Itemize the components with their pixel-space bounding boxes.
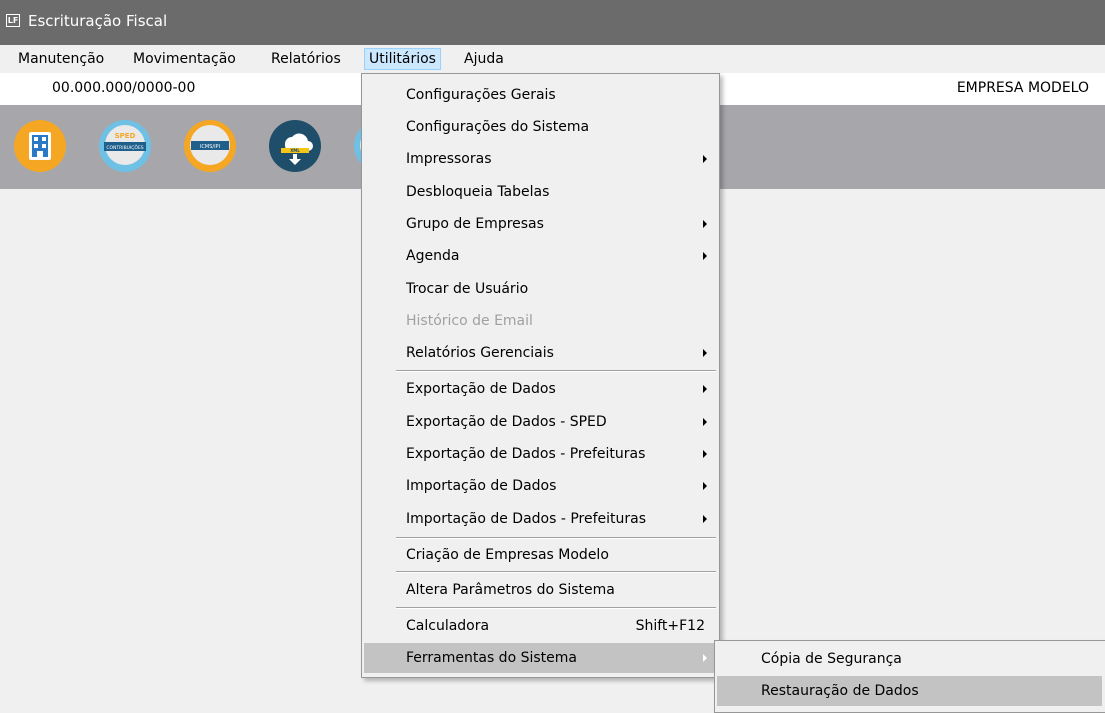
menu-item-label: Exportação de Dados - Prefeituras (406, 446, 646, 462)
menu-importacao-dados[interactable]: Importação de Dados (364, 471, 717, 501)
menu-restauracao-dados[interactable]: Restauração de Dados (717, 676, 1102, 706)
menu-altera-parametros[interactable]: Altera Parâmetros do Sistema (364, 575, 717, 605)
menu-agenda[interactable]: Agenda (364, 241, 717, 271)
submenu-arrow-icon (703, 654, 707, 662)
submenu-arrow-icon (703, 155, 707, 163)
menu-separator (396, 537, 716, 539)
menu-item-label: Restauração de Dados (761, 683, 919, 699)
title-bar: LF Escrituração Fiscal (0, 0, 1105, 45)
menu-movimentacao[interactable]: Movimentação (129, 48, 240, 70)
menu-item-label: Desbloqueia Tabelas (406, 184, 550, 200)
menu-importacao-dados-prefeituras[interactable]: Importação de Dados - Prefeituras (364, 504, 717, 534)
contribuicoes-label: CONTRIBUIÇÕES (106, 144, 143, 151)
menu-configuracoes-gerais[interactable]: Configurações Gerais (364, 80, 717, 110)
sped-contribuicoes-icon[interactable]: SPED CONTRIBUIÇÕES (97, 118, 153, 174)
utilitarios-menu: Configurações Gerais Configurações do Si… (361, 73, 720, 678)
menu-item-label: Criação de Empresas Modelo (406, 547, 609, 563)
menu-item-label: Histórico de Email (406, 313, 533, 329)
menu-criacao-empresas-modelo[interactable]: Criação de Empresas Modelo (364, 540, 717, 570)
menu-separator (396, 370, 716, 372)
xml-label: XML (290, 148, 300, 153)
menu-item-label: Cópia de Segurança (761, 651, 902, 667)
menu-copia-seguranca[interactable]: Cópia de Segurança (717, 644, 1102, 674)
menu-item-label: Agenda (406, 248, 460, 264)
company-name: EMPRESA MODELO (956, 80, 1089, 96)
ferramentas-submenu: Cópia de Segurança Restauração de Dados (714, 640, 1105, 713)
window-title: Escrituração Fiscal (28, 12, 168, 30)
menu-relatorios[interactable]: Relatórios (267, 48, 345, 70)
submenu-arrow-icon (703, 450, 707, 458)
menu-manutencao[interactable]: Manutenção (14, 48, 108, 70)
menu-item-label: Altera Parâmetros do Sistema (406, 582, 615, 598)
menu-utilitarios[interactable]: Utilitários (364, 48, 441, 70)
menu-item-label: Importação de Dados (406, 478, 557, 494)
submenu-arrow-icon (703, 252, 707, 260)
submenu-arrow-icon (703, 482, 707, 490)
menu-item-label: Exportação de Dados (406, 381, 556, 397)
menu-item-label: Configurações do Sistema (406, 119, 590, 135)
menu-relatorios-gerenciais[interactable]: Relatórios Gerenciais (364, 338, 717, 368)
menu-item-label: Calculadora (406, 618, 490, 634)
menu-desbloqueia-tabelas[interactable]: Desbloqueia Tabelas (364, 177, 717, 207)
icms-ipi-label: ICMS/IPI (200, 144, 220, 150)
menu-grupo-empresas[interactable]: Grupo de Empresas (364, 209, 717, 239)
menu-separator (396, 571, 716, 573)
menu-item-label: Ferramentas do Sistema (406, 650, 577, 666)
calculadora-shortcut: Shift+F12 (635, 618, 705, 634)
icms-ipi-icon[interactable]: ICMS/IPI (182, 118, 238, 174)
submenu-arrow-icon (703, 220, 707, 228)
company-icon[interactable] (12, 118, 68, 174)
menu-item-label: Grupo de Empresas (406, 216, 544, 232)
app-icon: LF (6, 14, 20, 27)
sped-label: SPED (115, 132, 136, 140)
menu-item-label: Importação de Dados - Prefeituras (406, 511, 647, 527)
company-cnpj: 00.000.000/0000-00 (52, 80, 196, 96)
menu-item-label: Impressoras (406, 151, 492, 167)
menu-item-label: Trocar de Usuário (406, 281, 529, 297)
menu-ajuda[interactable]: Ajuda (460, 48, 508, 70)
menu-historico-email: Histórico de Email (364, 306, 717, 336)
menu-separator (396, 607, 716, 609)
menu-item-label: Relatórios Gerenciais (406, 345, 554, 361)
xml-download-icon[interactable]: XML (267, 118, 323, 174)
menu-exportacao-dados-sped[interactable]: Exportação de Dados - SPED (364, 407, 717, 437)
menu-configuracoes-sistema[interactable]: Configurações do Sistema (364, 112, 717, 142)
menu-bar: Manutenção Movimentação Relatórios Utili… (0, 45, 1105, 73)
menu-item-label: Configurações Gerais (406, 87, 556, 103)
menu-impressoras[interactable]: Impressoras (364, 144, 717, 174)
menu-calculadora[interactable]: Calculadora Shift+F12 (364, 611, 717, 641)
menu-ferramentas-sistema[interactable]: Ferramentas do Sistema (364, 643, 717, 673)
submenu-arrow-icon (703, 385, 707, 393)
menu-exportacao-dados-prefeituras[interactable]: Exportação de Dados - Prefeituras (364, 439, 717, 469)
menu-exportacao-dados[interactable]: Exportação de Dados (364, 374, 717, 404)
menu-trocar-usuario[interactable]: Trocar de Usuário (364, 274, 717, 304)
submenu-arrow-icon (703, 349, 707, 357)
menu-item-label: Exportação de Dados - SPED (406, 414, 607, 430)
submenu-arrow-icon (703, 418, 707, 426)
submenu-arrow-icon (703, 515, 707, 523)
